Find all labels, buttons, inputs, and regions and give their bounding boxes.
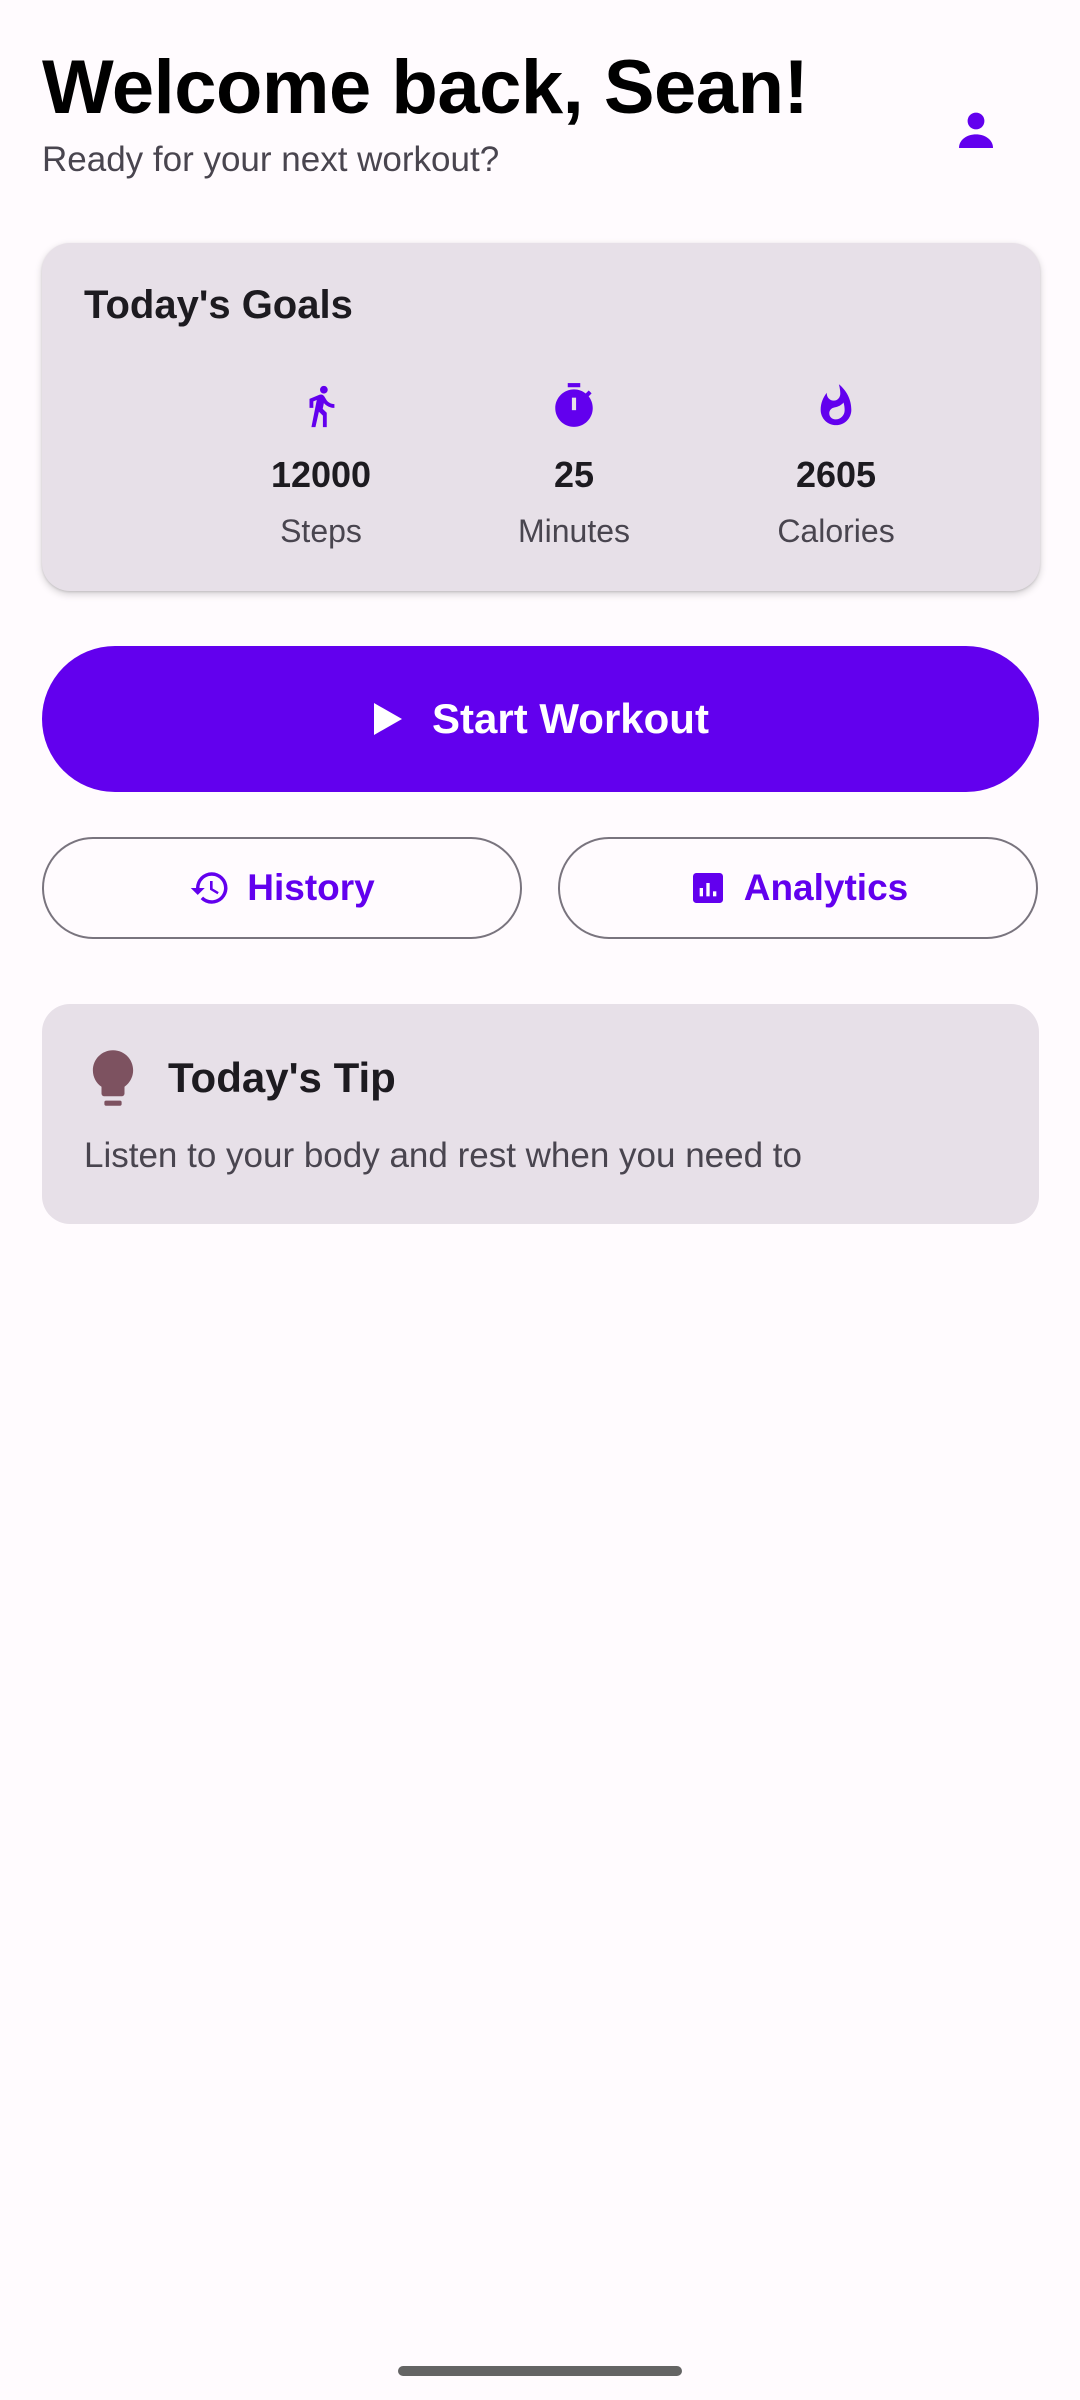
header: Welcome back, Sean! Ready for your next … (42, 42, 1042, 182)
goal-minutes: 25 Minutes (454, 378, 694, 550)
goal-minutes-label: Minutes (517, 513, 631, 549)
timer-icon (555, 383, 593, 427)
goal-calories: 2605 Calories (716, 378, 956, 550)
lightbulb-icon (92, 1050, 134, 1106)
home-screen: Welcome back, Sean! Ready for your next … (0, 0, 1080, 2400)
analytics-label: Analytics (743, 867, 909, 908)
goal-steps-label: Steps (280, 513, 362, 549)
home-indicator[interactable] (398, 2366, 682, 2376)
welcome-subtitle: Ready for your next workout? (42, 140, 500, 179)
fire-icon (820, 384, 852, 426)
start-workout-label: Start Workout (432, 695, 709, 742)
history-icon (191, 872, 228, 904)
analytics-button[interactable]: Analytics (558, 837, 1038, 939)
goal-calories-label: Calories (777, 513, 895, 549)
tip-title: Today's Tip (168, 1054, 396, 1101)
profile-button[interactable] (926, 80, 1026, 180)
goals-card: Today's Goals 12000 Steps 25 Minutes 260… (42, 243, 1040, 591)
play-icon (374, 703, 403, 735)
history-label: History (247, 867, 375, 908)
tip-text: Listen to your body and rest when you ne… (84, 1136, 802, 1175)
goal-steps: 12000 Steps (201, 378, 441, 550)
analytics-icon (692, 873, 723, 903)
walk-icon (309, 385, 335, 428)
person-icon (959, 112, 993, 148)
welcome-title: Welcome back, Sean! (42, 45, 809, 130)
goal-calories-value: 2605 (795, 454, 877, 495)
tip-card: Today's Tip Listen to your body and rest… (42, 1004, 1039, 1224)
start-workout-button[interactable]: Start Workout (42, 646, 1039, 792)
goal-steps-value: 12000 (270, 454, 372, 495)
goals-title: Today's Goals (84, 283, 353, 327)
history-button[interactable]: History (42, 837, 522, 939)
goal-minutes-value: 25 (553, 454, 595, 495)
